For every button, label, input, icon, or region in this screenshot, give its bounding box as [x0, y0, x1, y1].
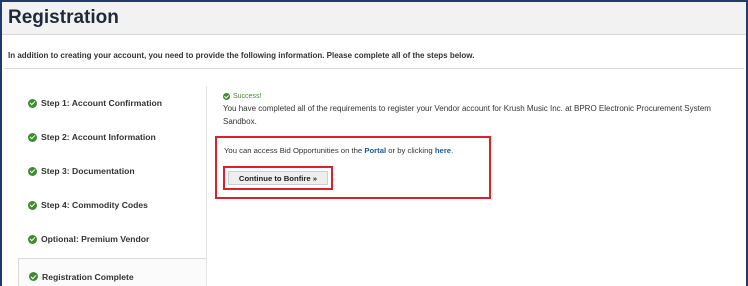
- content-divider: [206, 86, 207, 286]
- check-circle-icon: [29, 272, 38, 281]
- continue-to-bonfire-button[interactable]: Continue to Bonfire »: [228, 171, 328, 185]
- success-heading: Success!: [223, 93, 261, 100]
- step-documentation[interactable]: Step 3: Documentation: [18, 154, 206, 188]
- step-account-information[interactable]: Step 2: Account Information: [18, 120, 206, 154]
- step-commodity-codes[interactable]: Step 4: Commodity Codes: [18, 188, 206, 222]
- step-label: Step 3: Documentation: [41, 166, 135, 176]
- check-circle-icon: [28, 166, 37, 176]
- step-premium-vendor[interactable]: Optional: Premium Vendor: [18, 222, 206, 256]
- intro-text: In addition to creating your account, yo…: [8, 51, 475, 60]
- check-circle-icon: [28, 200, 37, 210]
- portal-link[interactable]: Portal: [364, 146, 386, 155]
- step-label: Step 4: Commodity Codes: [41, 200, 148, 210]
- steps-list: Step 1: Account Confirmation Step 2: Acc…: [18, 86, 206, 286]
- access-middle: or by clicking: [386, 146, 435, 155]
- access-prefix: You can access Bid Opportunities on the: [224, 146, 365, 155]
- page-header: Registration: [2, 2, 746, 35]
- step-registration-complete[interactable]: Registration Complete: [18, 258, 206, 286]
- check-circle-icon: [28, 98, 37, 108]
- access-suffix: .: [451, 146, 454, 155]
- success-message: You have completed all of the requiremen…: [223, 104, 711, 126]
- highlight-box: You can access Bid Opportunities on the …: [215, 136, 491, 199]
- access-text: You can access Bid Opportunities on the …: [224, 146, 453, 155]
- check-circle-icon: [223, 93, 230, 100]
- page-title: Registration: [8, 7, 119, 28]
- step-label: Optional: Premium Vendor: [41, 234, 150, 244]
- check-circle-icon: [28, 132, 37, 142]
- success-label: Success!: [233, 93, 262, 100]
- divider: [4, 68, 744, 69]
- step-label: Step 2: Account Information: [41, 132, 156, 142]
- here-link[interactable]: here: [435, 146, 451, 155]
- step-label: Step 1: Account Confirmation: [41, 98, 162, 108]
- button-highlight: Continue to Bonfire »: [223, 166, 333, 190]
- check-circle-icon: [28, 234, 37, 244]
- step-account-confirmation[interactable]: Step 1: Account Confirmation: [18, 86, 206, 120]
- registration-panel: Registration In addition to creating you…: [0, 0, 748, 286]
- step-label: Registration Complete: [42, 271, 134, 282]
